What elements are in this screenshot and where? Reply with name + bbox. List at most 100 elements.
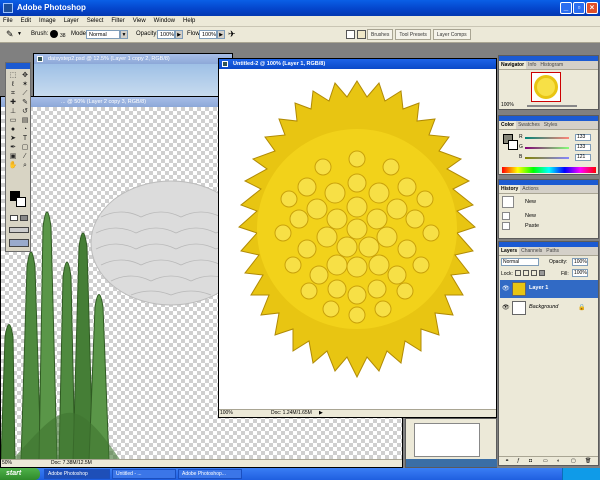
- zoom-tool-icon[interactable]: ⌕: [19, 161, 31, 170]
- airbrush-icon[interactable]: ✈: [228, 29, 236, 40]
- layer-row-background[interactable]: 👁 Background 🔒: [500, 299, 598, 317]
- gradient-tool-icon[interactable]: ▤: [19, 116, 31, 125]
- layer-row-layer-1[interactable]: 👁 Layer 1: [500, 280, 598, 298]
- menu-select[interactable]: Select: [87, 16, 104, 26]
- lock-position-icon[interactable]: [531, 270, 537, 276]
- history-item[interactable]: New: [500, 211, 598, 221]
- active-canvas[interactable]: [219, 69, 496, 409]
- menu-help[interactable]: Help: [183, 16, 195, 26]
- palette-tab-brushes[interactable]: Brushes: [367, 29, 394, 40]
- menu-filter[interactable]: Filter: [111, 16, 124, 26]
- history-brush-tool-icon[interactable]: ↺: [19, 107, 31, 116]
- track-green[interactable]: [525, 147, 569, 149]
- hand-tool-icon[interactable]: ✋: [7, 161, 19, 170]
- tab-paths[interactable]: Paths: [544, 247, 561, 255]
- palette-tab-layer-comps[interactable]: Layer Comps: [432, 29, 471, 40]
- jump-to-imageready-icon[interactable]: [9, 239, 29, 247]
- tab-info[interactable]: Info: [526, 61, 538, 69]
- pen-tool-icon[interactable]: ✒: [7, 143, 19, 152]
- history-state-checkbox[interactable]: [502, 222, 510, 230]
- layer-name[interactable]: Layer 1: [529, 285, 548, 291]
- notes-tool-icon[interactable]: ▣: [7, 152, 19, 161]
- value-blue[interactable]: 121: [575, 154, 591, 161]
- track-blue[interactable]: [525, 157, 569, 159]
- value-red[interactable]: 133: [575, 134, 591, 141]
- tab-layers[interactable]: Layers: [499, 247, 520, 255]
- link-layers-icon[interactable]: ⚭: [505, 458, 509, 464]
- taskbar-item-2[interactable]: Untitled - ...: [112, 469, 176, 479]
- blur-tool-icon[interactable]: ●: [7, 125, 19, 134]
- lasso-tool-icon[interactable]: ℓ: [7, 80, 19, 89]
- delete-layer-icon[interactable]: 🗑: [585, 458, 591, 464]
- layers-opacity-field[interactable]: 100%: [572, 258, 588, 266]
- value-green[interactable]: 133: [575, 144, 591, 151]
- visibility-eye-icon[interactable]: 👁: [502, 304, 510, 311]
- layer-name[interactable]: Background: [529, 304, 558, 310]
- menu-edit[interactable]: Edit: [21, 16, 31, 26]
- palette-tab-tool-presets[interactable]: Tool Presets: [395, 29, 431, 40]
- taskbar-item-3[interactable]: Adobe Photoshop...: [178, 469, 242, 479]
- document-title-bar[interactable]: daisystep2.psd @ 12.5% (Layer 1 copy 2, …: [34, 54, 232, 64]
- add-mask-icon[interactable]: ◘: [529, 458, 532, 464]
- shape-tool-icon[interactable]: ▢: [19, 143, 31, 152]
- brush-preview-icon[interactable]: [50, 30, 58, 38]
- track-red[interactable]: [525, 137, 569, 139]
- path-selection-tool-icon[interactable]: ➤: [7, 134, 19, 143]
- crop-tool-icon[interactable]: ⌗: [7, 89, 19, 98]
- quick-mask-on-icon[interactable]: [20, 215, 28, 221]
- history-item[interactable]: Paste: [500, 221, 598, 231]
- menu-file[interactable]: File: [3, 16, 13, 26]
- mode-dropdown-icon[interactable]: ▼: [120, 30, 128, 39]
- new-group-icon[interactable]: ▭: [543, 458, 548, 464]
- tab-navigator[interactable]: Navigator: [499, 61, 527, 69]
- opacity-arrow-icon[interactable]: ▶: [175, 30, 183, 39]
- clone-stamp-tool-icon[interactable]: ⊥: [7, 107, 19, 116]
- tab-history[interactable]: History: [499, 185, 521, 193]
- opacity-field[interactable]: 100%: [157, 30, 175, 39]
- eraser-tool-icon[interactable]: ▭: [7, 116, 19, 125]
- healing-brush-tool-icon[interactable]: ✚: [7, 98, 19, 107]
- brush-tool-icon[interactable]: ✎: [6, 29, 14, 40]
- blend-mode-select[interactable]: Normal: [501, 258, 539, 266]
- tab-histogram[interactable]: Histogram: [538, 61, 565, 69]
- new-adjustment-layer-icon[interactable]: ◐: [557, 458, 560, 464]
- menu-view[interactable]: View: [133, 16, 146, 26]
- screen-mode-icon[interactable]: [9, 227, 29, 233]
- restore-button[interactable]: ▫: [573, 2, 585, 14]
- navigator-thumbnail[interactable]: [531, 72, 561, 102]
- tool-preset-arrow-icon[interactable]: ▼: [17, 31, 22, 37]
- close-button[interactable]: ×: [586, 2, 598, 14]
- history-snapshot[interactable]: New: [500, 195, 598, 209]
- eyedropper-tool-icon[interactable]: ⁄: [19, 152, 31, 161]
- flow-arrow-icon[interactable]: ▶: [217, 30, 225, 39]
- quick-mask-icon[interactable]: [10, 215, 18, 221]
- type-tool-icon[interactable]: T: [19, 134, 31, 143]
- color-ramp[interactable]: [502, 167, 596, 173]
- brush-tool-icon[interactable]: ✎: [19, 98, 31, 107]
- zoom-level[interactable]: 100%: [220, 410, 233, 417]
- move-tool-icon[interactable]: ✥: [19, 71, 31, 80]
- menu-layer[interactable]: Layer: [64, 16, 79, 26]
- document-title-bar[interactable]: Untitled-2 @ 100% (Layer 1, RGB/8): [219, 59, 496, 69]
- tab-styles[interactable]: Styles: [542, 121, 560, 129]
- menu-window[interactable]: Window: [154, 16, 175, 26]
- flow-field[interactable]: 100%: [199, 30, 217, 39]
- background-dialog[interactable]: [405, 418, 498, 468]
- lock-transparency-icon[interactable]: [515, 270, 521, 276]
- background-color-swatch[interactable]: [16, 197, 26, 207]
- lock-pixels-icon[interactable]: [523, 270, 529, 276]
- file-browser-icon[interactable]: [346, 30, 355, 39]
- mode-select[interactable]: Normal: [86, 30, 120, 39]
- history-state-checkbox[interactable]: [502, 212, 510, 220]
- minimize-button[interactable]: _: [560, 2, 572, 14]
- tab-color[interactable]: Color: [499, 121, 517, 129]
- start-button[interactable]: start: [0, 468, 40, 480]
- zoom-level[interactable]: 50%: [2, 460, 12, 467]
- navigator-zoom[interactable]: 100%: [501, 102, 514, 108]
- marquee-tool-icon[interactable]: ⬚: [7, 71, 19, 80]
- color-swatch-background[interactable]: [508, 140, 518, 150]
- add-layer-style-icon[interactable]: ƒ: [517, 458, 520, 464]
- magic-wand-tool-icon[interactable]: ✶: [19, 80, 31, 89]
- tab-channels[interactable]: Channels: [519, 247, 544, 255]
- tab-swatches[interactable]: Swatches: [516, 121, 542, 129]
